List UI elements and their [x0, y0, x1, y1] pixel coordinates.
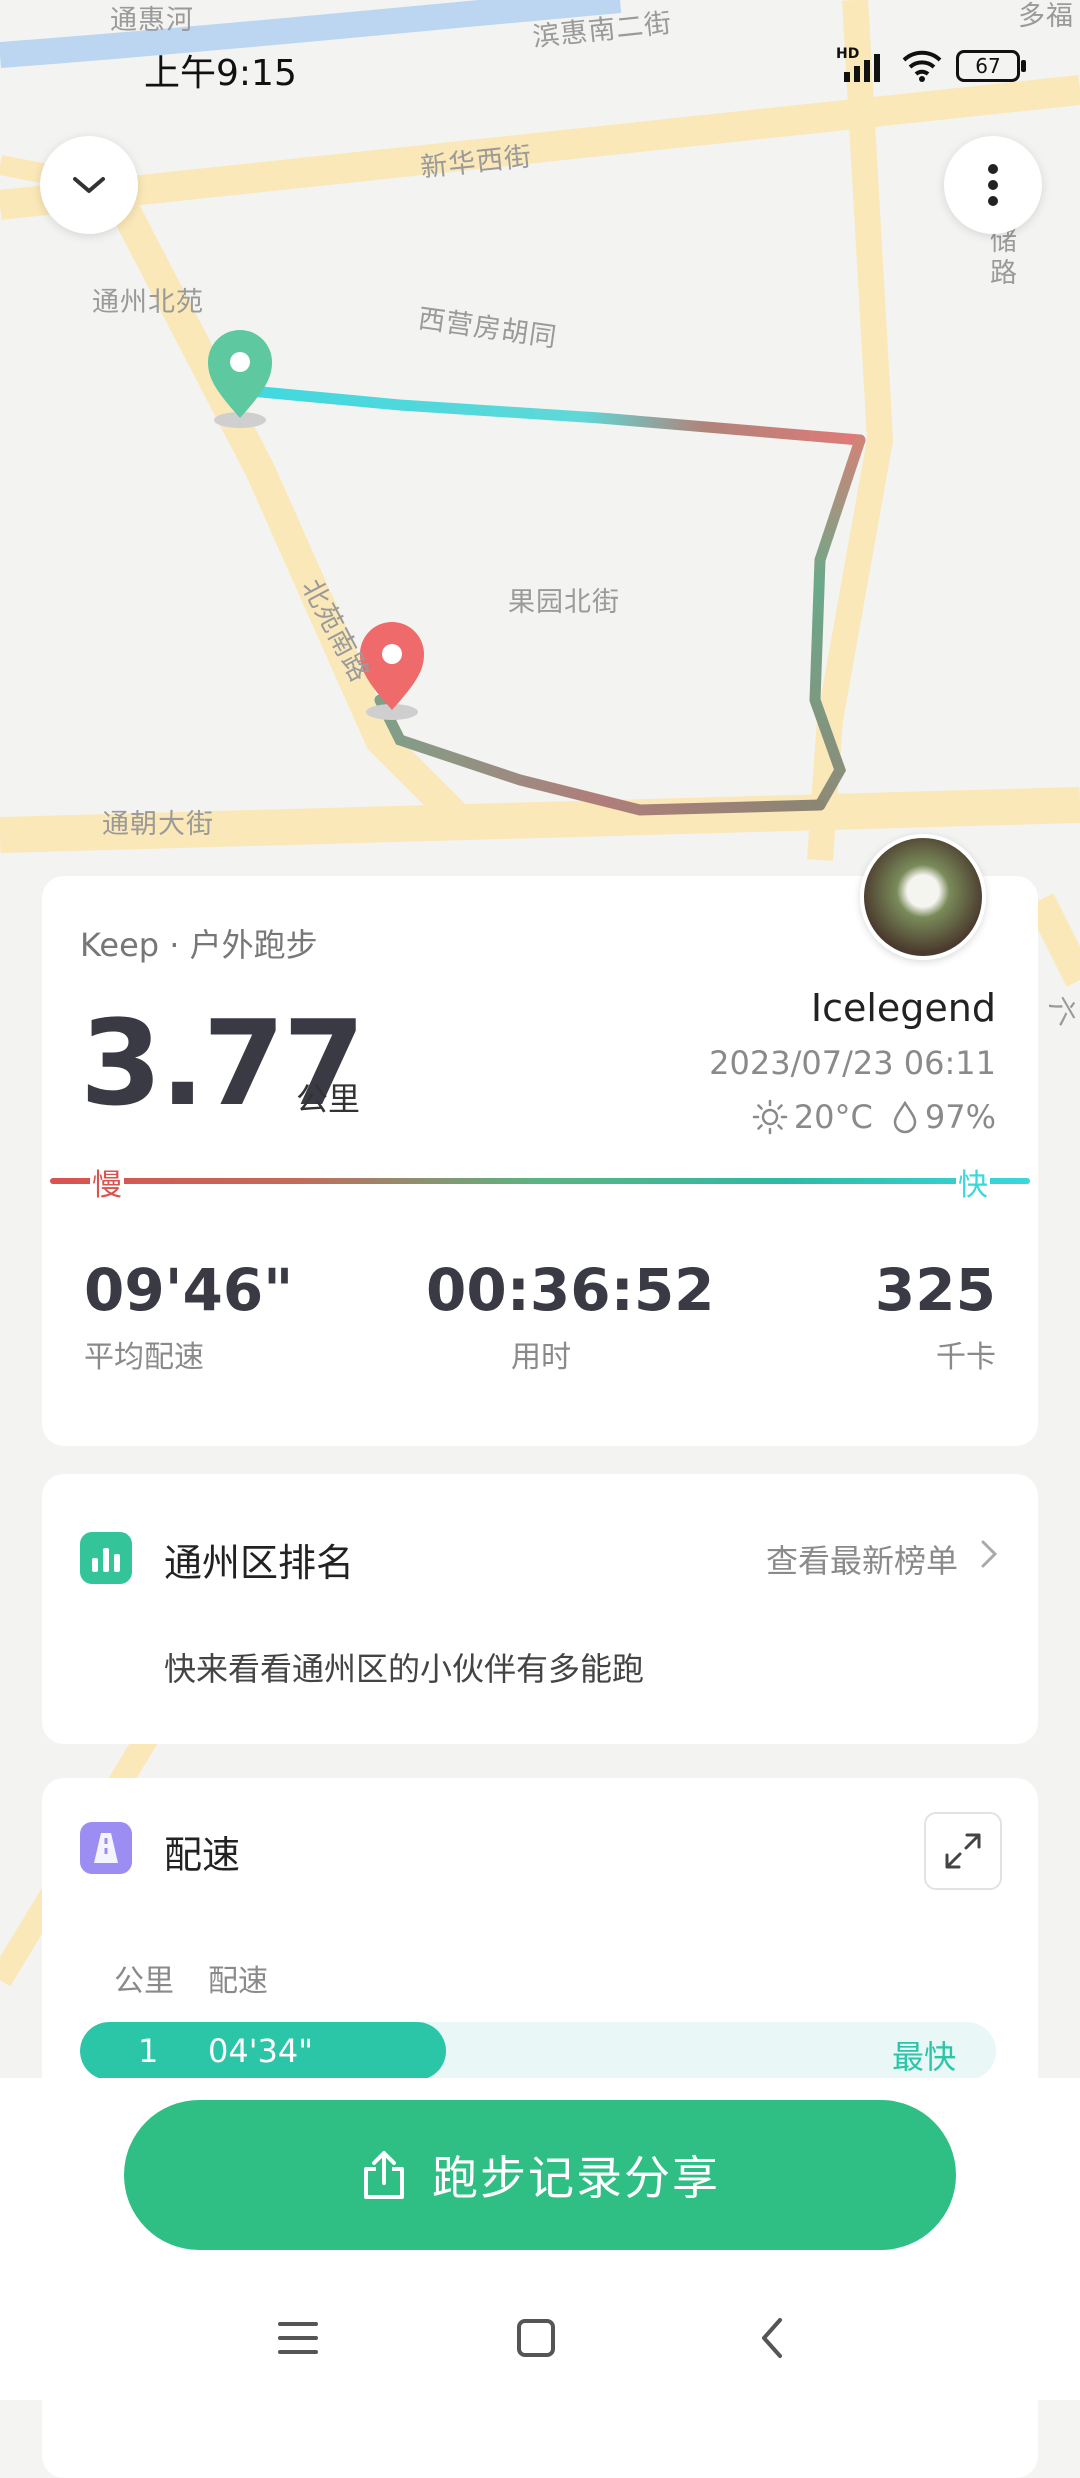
status-bar: 上午9:15 HD 67 [0, 0, 1080, 140]
status-time: 上午9:15 [144, 53, 297, 94]
stat-value: 325 [874, 1256, 996, 1324]
share-icon [364, 2151, 404, 2199]
humidity-drop-icon [893, 1100, 917, 1134]
stat-label: 用时 [511, 1340, 571, 1375]
more-options-button[interactable] [944, 136, 1042, 234]
stat-value: 09'46" [84, 1256, 294, 1324]
view-leaderboard-link[interactable]: 查看最新榜单 [766, 1536, 958, 1582]
stat-label: 千卡 [936, 1340, 996, 1375]
avatar[interactable] [860, 834, 986, 960]
collapse-button[interactable] [40, 136, 138, 234]
ranking-description: 快来看看通州区的小伙伴有多能跑 [164, 1650, 645, 1688]
route-segment-1 [234, 384, 866, 446]
map-label-guoyuan: 果园北街 [508, 587, 620, 618]
weather-info: 20°C 97% [752, 1098, 996, 1136]
run-summary-card: Keep · 户外跑步 3.77 公里 Icelegend 2023/07/23… [42, 834, 1038, 1446]
nav-back-button[interactable] [742, 2308, 802, 2368]
home-square-icon [517, 2319, 555, 2357]
pace-slow-label: 慢 [90, 1160, 124, 1204]
pace-row-tag: 最快 [891, 2038, 956, 2076]
stat-calories: 325 千卡 [875, 1256, 996, 1376]
nav-menu-button[interactable] [268, 2308, 328, 2368]
ranking-title: 通州区排名 [164, 1541, 355, 1585]
chevron-right-icon[interactable] [980, 1538, 998, 1578]
pace-row: 1 04'34" 最快 [80, 2022, 996, 2080]
pace-row-km: 1 [138, 2032, 159, 2070]
distance-unit: 公里 [296, 1080, 361, 1118]
stat-duration: 00:36:52 用时 [426, 1256, 715, 1376]
pace-row-pace: 04'34" [208, 2032, 313, 2070]
sun-icon [752, 1099, 788, 1135]
humidity: 97% [924, 1098, 996, 1136]
map-label-beiyuan: 通州北苑 [92, 287, 204, 318]
stat-label: 平均配速 [84, 1340, 204, 1375]
more-vertical-icon [988, 164, 998, 206]
expand-button[interactable] [924, 1812, 1002, 1890]
ranking-chart-icon [80, 1532, 132, 1584]
username: Icelegend [810, 986, 996, 1030]
pace-fast-label: 快 [956, 1160, 990, 1204]
map-label-tongchao: 通朝大街 [102, 809, 214, 840]
nav-home-button[interactable] [506, 2308, 566, 2368]
map-label-chu: 储路 [990, 226, 1018, 289]
activity-source: Keep · 户外跑步 [80, 926, 318, 964]
bottom-area: 跑步记录分享 [0, 2078, 1080, 2400]
share-run-button[interactable]: 跑步记录分享 [124, 2100, 956, 2250]
signal-icon: HD [836, 46, 888, 82]
battery-level: 67 [975, 54, 1001, 78]
share-label: 跑步记录分享 [432, 2151, 720, 2205]
column-pace: 配速 [208, 1964, 268, 1999]
chevron-down-icon [73, 177, 105, 193]
temperature: 20°C [793, 1098, 873, 1136]
status-icons: HD 67 [836, 46, 1026, 82]
road-southeast [1026, 893, 1080, 987]
stat-avg-pace: 09'46" 平均配速 [84, 1256, 293, 1376]
battery-icon: 67 [956, 50, 1026, 82]
run-datetime: 2023/07/23 06:11 [709, 1044, 996, 1082]
pace-gradient-bar [50, 1178, 1030, 1184]
pace-road-icon [80, 1822, 132, 1874]
column-km: 公里 [114, 1964, 174, 1999]
menu-icon [278, 2322, 318, 2354]
expand-icon [945, 1833, 981, 1869]
back-chevron-icon [762, 2318, 782, 2358]
pace-title: 配速 [164, 1833, 241, 1877]
wifi-icon [902, 50, 942, 82]
stat-value: 00:36:52 [426, 1256, 715, 1324]
district-ranking-card[interactable]: 通州区排名 查看最新榜单 快来看看通州区的小伙伴有多能跑 [42, 1474, 1038, 1744]
system-nav-bar [0, 2288, 1080, 2388]
